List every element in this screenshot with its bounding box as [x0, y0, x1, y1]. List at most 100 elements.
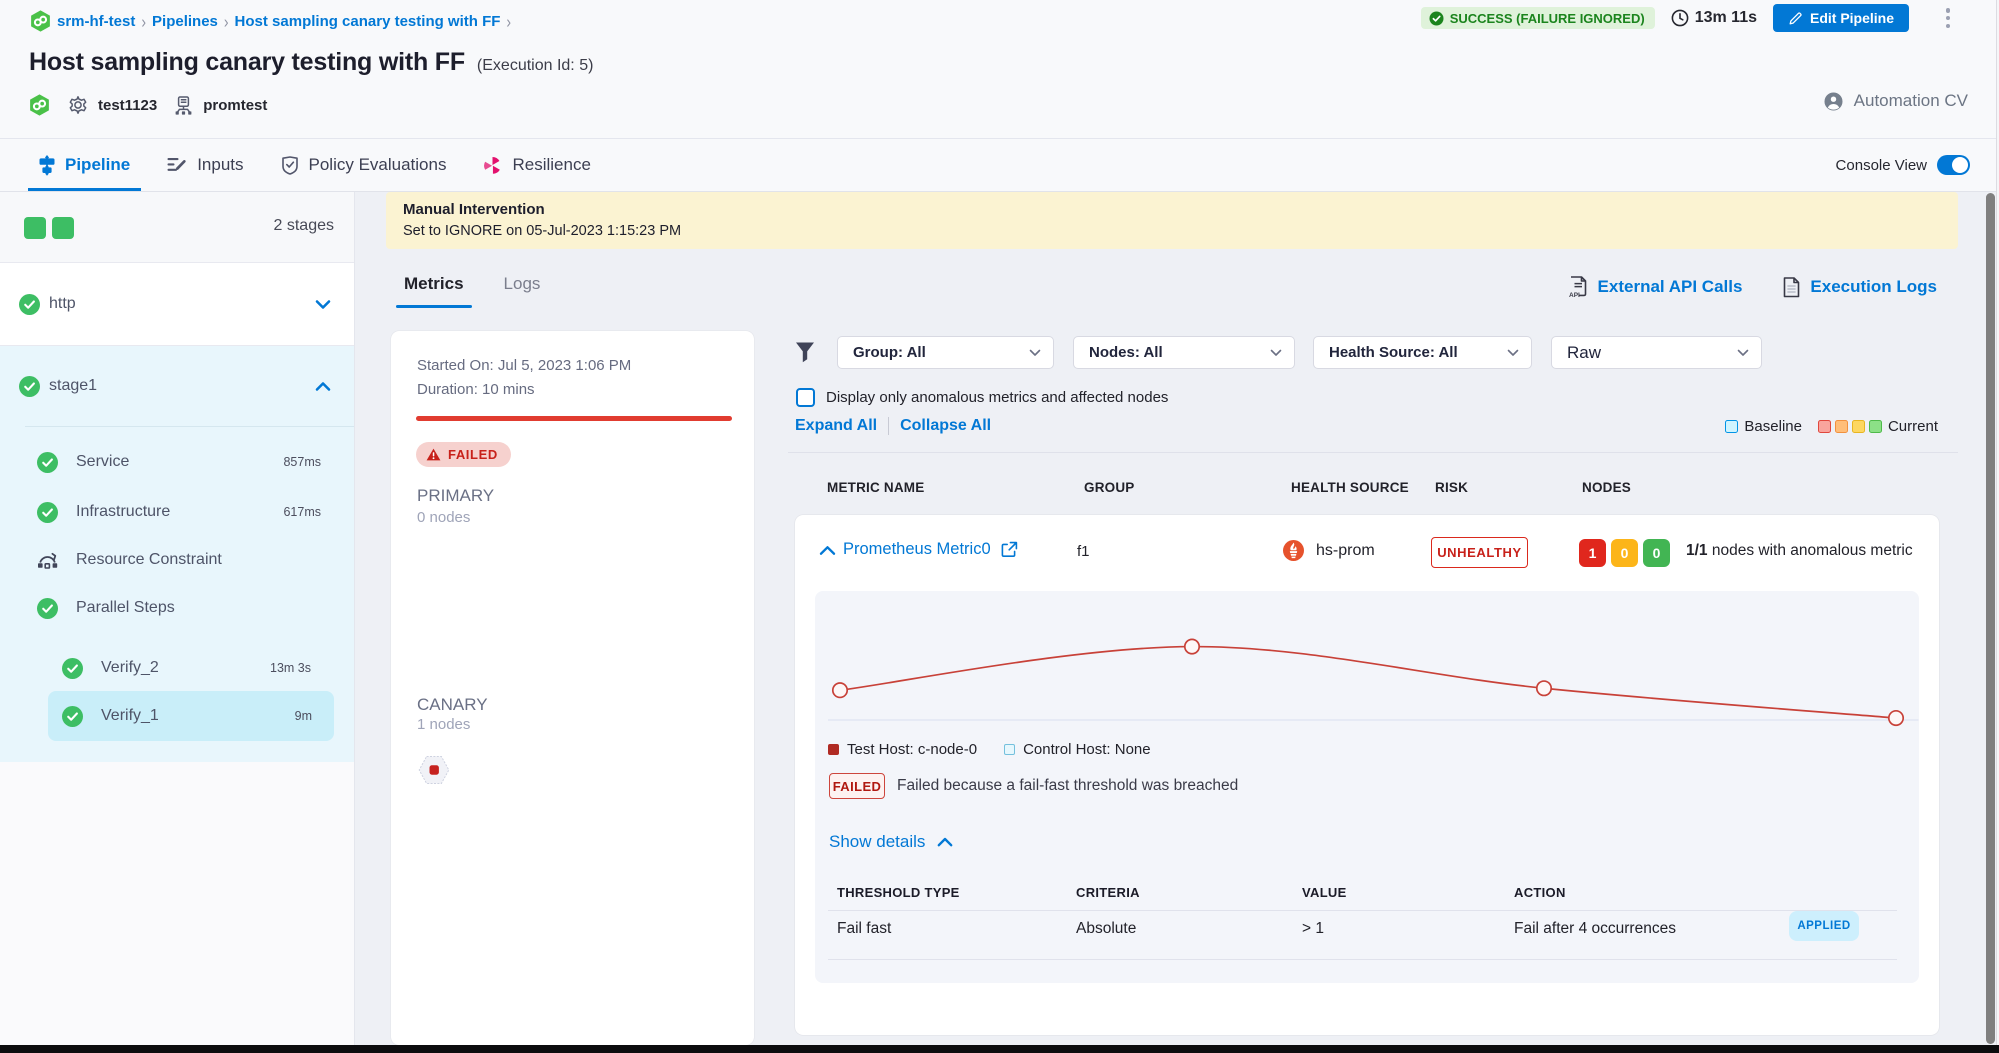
toggle-knob: [1952, 157, 1968, 173]
kebab-dot: [1946, 16, 1951, 21]
metric-name-link[interactable]: Prometheus Metric0: [843, 540, 991, 559]
step-item-infrastructure[interactable]: Infrastructure 617ms: [0, 488, 354, 536]
duration: Duration: 10 mins: [417, 381, 535, 398]
step-item-service[interactable]: Service 857ms: [0, 438, 354, 486]
chevron-up-icon[interactable]: [819, 545, 836, 556]
filter-funnel-icon[interactable]: [795, 341, 815, 364]
raw-filter-dropdown[interactable]: Raw: [1551, 336, 1762, 369]
tab-inputs[interactable]: Inputs: [156, 139, 254, 191]
step-item-resource-constraint[interactable]: Resource Constraint: [0, 536, 354, 584]
node-count-green: 0: [1643, 539, 1670, 567]
external-api-calls-link[interactable]: API External API Calls: [1568, 276, 1743, 298]
metric-detail-panel: Test Host: c-node-0 Control Host: None F…: [815, 591, 1919, 983]
group-filter-dropdown[interactable]: Group: All: [837, 336, 1054, 369]
baseline-swatch: [1725, 420, 1738, 433]
step-label: Infrastructure: [76, 503, 170, 521]
control-host-swatch: [1004, 744, 1015, 755]
breadcrumb-separator: ›: [141, 11, 146, 31]
success-check-icon: [62, 706, 83, 727]
nodes-filter-dropdown[interactable]: Nodes: All: [1073, 336, 1295, 369]
tab-logs[interactable]: Logs: [496, 272, 549, 308]
step-label: Service: [76, 453, 129, 471]
applied-badge: APPLIED: [1789, 911, 1859, 941]
metric-group: f1: [1077, 543, 1090, 560]
health-source-value: hs-prom: [1316, 542, 1375, 560]
metric-row[interactable]: Prometheus Metric0 f1 hs-prom UNHEALTHY: [795, 515, 1939, 591]
divider: [788, 452, 1958, 453]
avatar-icon: [1824, 92, 1843, 111]
test-host-label: Test Host: c-node-0: [847, 741, 977, 758]
success-check-icon: [37, 452, 58, 473]
node-count-yellow: 0: [1611, 539, 1638, 567]
stages-count: 2 stages: [274, 217, 334, 235]
success-check-icon: [19, 294, 40, 315]
anomalous-metrics-checkbox[interactable]: [796, 388, 815, 407]
stage-item-stage1[interactable]: stage1: [0, 346, 354, 426]
chart-point[interactable]: [1537, 681, 1551, 695]
step-item-verify-2[interactable]: Verify_2 13m 3s: [0, 644, 354, 692]
collapse-all-link[interactable]: Collapse All: [900, 417, 991, 435]
criteria-cell: Absolute: [1076, 920, 1136, 938]
page-title: Host sampling canary testing with FF: [29, 48, 465, 77]
prometheus-icon: [1283, 540, 1304, 561]
user-name: Automation CV: [1854, 91, 1968, 111]
stage-label: http: [49, 295, 76, 313]
kebab-dot: [1946, 24, 1951, 29]
chart-point[interactable]: [833, 683, 847, 697]
execution-stage-sidebar: 2 stages http stage1 Service 857ms Infra…: [0, 192, 355, 1045]
show-details-link[interactable]: Show details: [829, 832, 953, 852]
metric-line-chart[interactable]: [815, 591, 1919, 751]
tab-resilience[interactable]: Resilience: [472, 139, 601, 191]
verification-progress-bar: [416, 416, 732, 421]
step-duration: 9m: [295, 709, 312, 723]
chevron-down-icon[interactable]: [315, 299, 331, 310]
health-source-server-icon: [174, 95, 193, 115]
clock-icon: [1671, 9, 1689, 27]
resource-constraint-queue-icon: [37, 550, 58, 570]
success-check-icon: [19, 376, 40, 397]
test-host-swatch: [828, 744, 839, 755]
breadcrumb-pipelines[interactable]: Pipelines: [152, 13, 218, 30]
breadcrumb-pipeline-name[interactable]: Host sampling canary testing with FF: [235, 13, 501, 30]
expand-all-link[interactable]: Expand All: [795, 417, 877, 435]
user-chip[interactable]: Automation CV: [1824, 91, 1968, 111]
check-circle-icon: [1429, 11, 1444, 26]
execution-logs-link[interactable]: Execution Logs: [1783, 276, 1937, 298]
svg-text:API: API: [1569, 292, 1580, 298]
tab-metrics[interactable]: Metrics: [396, 272, 472, 308]
chart-point[interactable]: [1185, 639, 1199, 653]
vertical-scrollbar[interactable]: [1986, 193, 1995, 1044]
external-link-icon[interactable]: [1001, 541, 1018, 558]
step-item-parallel-steps[interactable]: Parallel Steps: [0, 584, 354, 632]
stage-status-square: [52, 217, 74, 239]
metric-analysis-card: Prometheus Metric0 f1 hs-prom UNHEALTHY: [795, 515, 1939, 1035]
primary-group-label: PRIMARY: [417, 486, 494, 506]
anomalous-metrics-label: Display only anomalous metrics and affec…: [826, 389, 1168, 406]
health-source-name: promtest: [203, 97, 267, 114]
current-swatch-yellow: [1852, 420, 1865, 433]
tab-pipeline[interactable]: Pipeline: [28, 139, 141, 191]
tab-policy-evaluations[interactable]: Policy Evaluations: [270, 139, 458, 191]
baseline-label: Baseline: [1744, 418, 1802, 435]
edit-pipeline-button[interactable]: Edit Pipeline: [1773, 4, 1909, 32]
stage-item-http[interactable]: http: [0, 263, 354, 346]
console-view-toggle[interactable]: [1937, 155, 1970, 175]
chart-point[interactable]: [1889, 711, 1903, 725]
inputs-icon: [167, 157, 187, 173]
divider: [888, 417, 889, 435]
health-source-filter-dropdown[interactable]: Health Source: All: [1313, 336, 1532, 369]
resilience-icon: [483, 156, 502, 175]
chevron-down-icon: [1270, 349, 1282, 357]
more-options-menu[interactable]: [1940, 8, 1956, 28]
breadcrumb-project[interactable]: srm-hf-test: [57, 13, 135, 30]
threshold-type-cell: Fail fast: [837, 920, 891, 938]
manual-intervention-banner: Manual Intervention Set to IGNORE on 05-…: [386, 192, 1958, 249]
page-header: srm-hf-test › Pipelines › Host sampling …: [0, 0, 1999, 139]
chevron-up-icon[interactable]: [315, 381, 331, 392]
step-item-verify-1[interactable]: Verify_1 9m: [48, 691, 334, 741]
canary-node-count: 1 nodes: [417, 716, 470, 733]
canary-node-hexagon[interactable]: [418, 755, 450, 785]
analysis-failed-badge: FAILED: [829, 773, 885, 799]
gear-icon[interactable]: [68, 95, 88, 115]
active-tab-underline: [28, 188, 141, 191]
